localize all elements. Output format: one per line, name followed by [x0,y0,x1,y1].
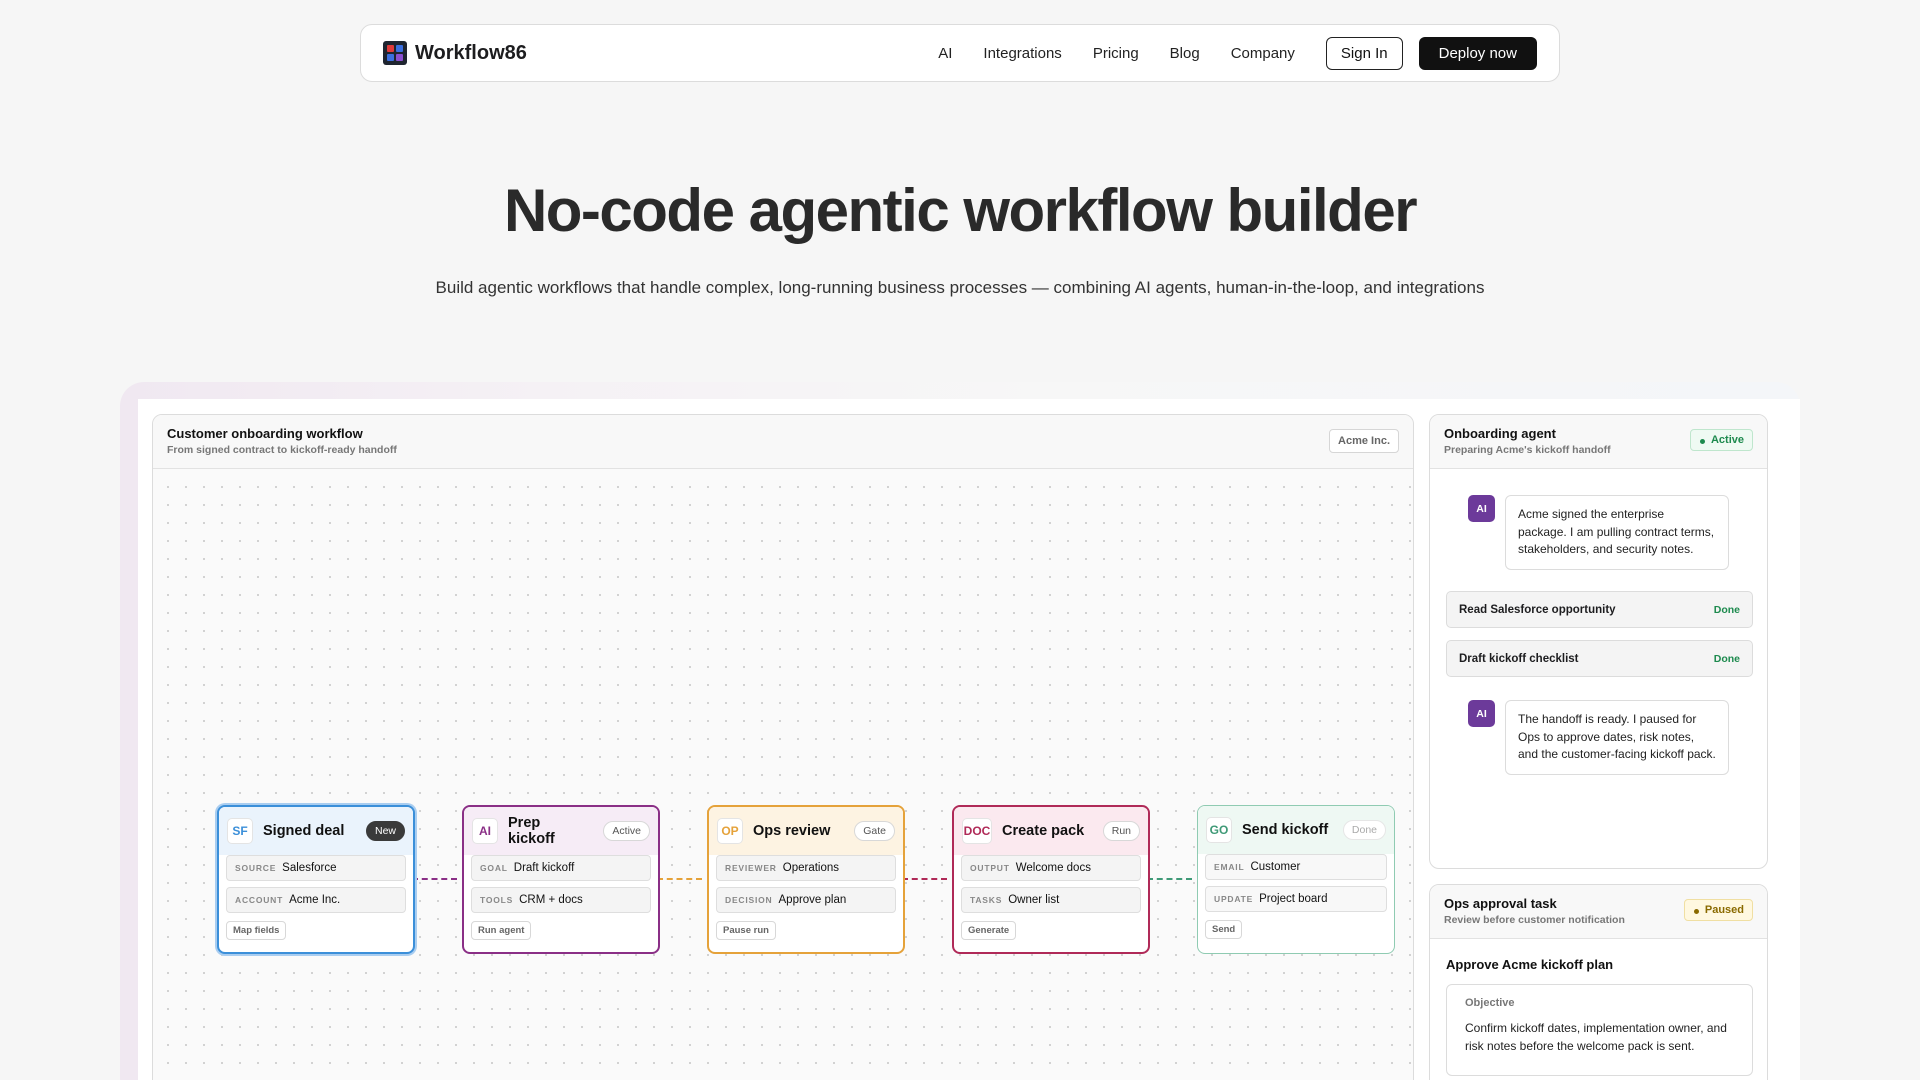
send-button[interactable]: Send [1205,920,1243,939]
node-title: Create pack [1002,823,1085,839]
canvas-header: Customer onboarding workflow From signed… [153,415,1413,469]
node-field[interactable]: OUTPUT Welcome docs [961,855,1141,881]
brand-logo[interactable]: Workflow86 [383,41,527,65]
node-field[interactable]: SOURCE Salesforce [226,855,406,881]
ops-task-panel: Ops approval task Review before customer… [1429,884,1768,1080]
agent-status-badge: Active [1689,429,1753,451]
agent-panel: Onboarding agent Preparing Acme's kickof… [1429,414,1768,869]
node-status-badge: New [365,821,405,841]
connector-4 [1147,878,1192,880]
nav-link-blog[interactable]: Blog [1170,45,1200,62]
node-status-badge: Run [1102,821,1140,841]
node-field[interactable]: ACCOUNT Acme Inc. [226,887,406,913]
ops-icon: OP [717,818,743,844]
run-agent-button[interactable]: Run agent [471,921,532,940]
agent-step: Draft kickoff checklist Done [1446,640,1753,677]
connector-1 [412,878,457,880]
node-field[interactable]: TASKS Owner list [961,887,1141,913]
workflow-subtitle: From signed contract to kickoff-ready ha… [167,444,397,456]
node-title: Ops review [753,823,831,839]
node-status-badge: Done [1342,820,1386,840]
top-nav: Workflow86 AI Integrations Pricing Blog … [360,24,1560,82]
task-status-badge: Paused [1683,899,1753,921]
node-field[interactable]: TOOLS CRM + docs [471,887,651,913]
objective-box: Objective Confirm kickoff dates, impleme… [1446,984,1753,1076]
node-status-badge: Gate [854,821,895,841]
message-bubble: Acme signed the enterprise package. I am… [1505,495,1729,570]
connector-3 [902,878,947,880]
node-title: Prep kickoff [508,815,555,847]
agent-panel-header: Onboarding agent Preparing Acme's kickof… [1430,415,1767,469]
agent-message: AI The handoff is ready. I paused for Op… [1468,700,1729,775]
nav-link-ai[interactable]: AI [938,45,952,62]
salesforce-icon: SF [227,818,253,844]
canvas-dot-grid [153,470,1413,1080]
nav-link-integrations[interactable]: Integrations [983,45,1061,62]
connector-2 [657,878,702,880]
node-field[interactable]: UPDATE Project board [1205,886,1387,912]
step-status: Done [1713,603,1740,616]
ai-agent-icon: AI [472,818,498,844]
objective-label: Objective [1465,997,1515,1009]
ai-avatar: AI [1468,495,1495,522]
agent-step: Read Salesforce opportunity Done [1446,591,1753,628]
workflow-node-send-kickoff[interactable]: GO Send kickoff Done EMAIL Customer UPDAT… [1197,805,1395,954]
task-heading: Approve Acme kickoff plan [1446,957,1614,972]
hero-title: No-code agentic workflow builder [503,177,1418,244]
pause-run-button[interactable]: Pause run [716,921,776,940]
go-icon: GO [1206,817,1232,843]
node-field[interactable]: GOAL Draft kickoff [471,855,651,881]
node-field[interactable]: DECISION Approve plan [716,887,896,913]
objective-text: Confirm kickoff dates, implementation ow… [1465,1021,1727,1053]
account-tag: Acme Inc. [1329,429,1399,453]
deploy-now-button[interactable]: Deploy now [1418,36,1537,70]
hero-subtitle: Build agentic workflows that handle comp… [435,278,1485,297]
nav-link-company[interactable]: Company [1231,45,1295,62]
task-panel-header: Ops approval task Review before customer… [1430,885,1767,939]
logo-mark-icon [383,41,407,65]
node-title: Signed deal [263,823,345,839]
workflow-node-prep-kickoff[interactable]: AI Prep kickoff Active GOAL Draft kickoff… [462,805,660,954]
generate-button[interactable]: Generate [961,921,1017,940]
step-status: Done [1713,652,1740,665]
map-fields-button[interactable]: Map fields [226,921,287,940]
document-icon: DOC [962,818,992,844]
brand-name: Workflow86 [415,41,527,64]
agent-message: AI Acme signed the enterprise package. I… [1468,495,1729,570]
step-label: Read Salesforce opportunity [1459,603,1616,616]
workflow-node-ops-review[interactable]: OP Ops review Gate REVIEWER Operations DE… [707,805,905,954]
node-status-badge: Active [603,821,650,841]
nav-link-pricing[interactable]: Pricing [1093,45,1139,62]
node-title: Send kickoff [1242,822,1329,838]
nav-links: AI Integrations Pricing Blog Company Sig… [938,36,1537,70]
workflow-node-create-pack[interactable]: DOC Create pack Run OUTPUT Welcome docs T… [952,805,1150,954]
workflow-title: Customer onboarding workflow [167,426,363,441]
workflow-canvas[interactable]: Customer onboarding workflow From signed… [152,414,1414,1080]
node-field[interactable]: EMAIL Customer [1205,854,1387,880]
message-bubble: The handoff is ready. I paused for Ops t… [1505,700,1729,775]
workflow-node-signed-deal[interactable]: SF Signed deal New SOURCE Salesforce ACCO… [217,805,415,954]
sign-in-button[interactable]: Sign In [1325,36,1403,70]
ai-avatar: AI [1468,700,1495,727]
node-field[interactable]: REVIEWER Operations [716,855,896,881]
step-label: Draft kickoff checklist [1459,652,1579,665]
